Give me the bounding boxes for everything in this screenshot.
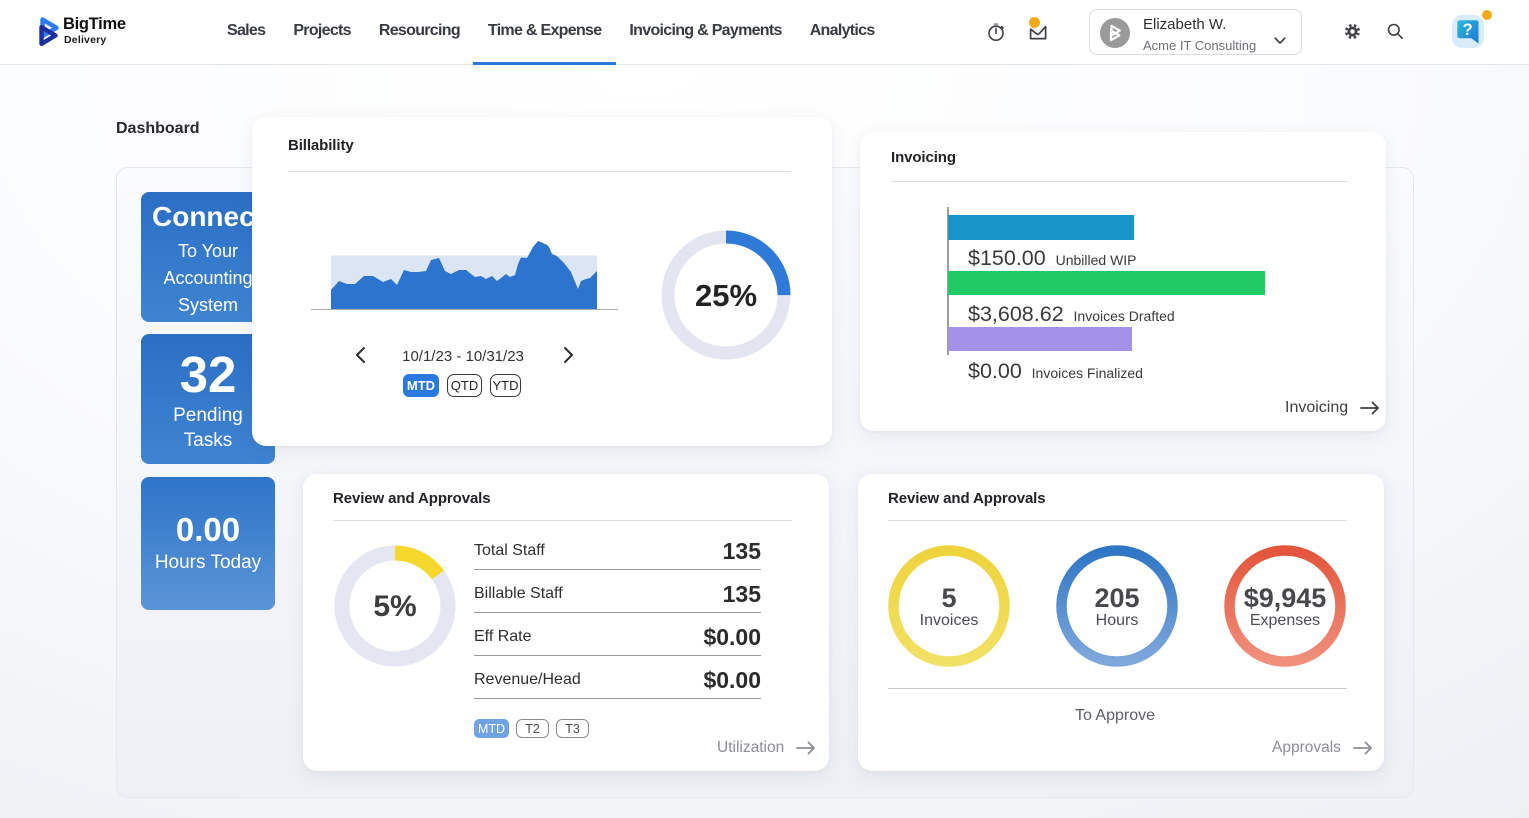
svg-text:25%: 25%: [694, 278, 756, 313]
svg-text:5%: 5%: [373, 590, 416, 623]
svg-text:?: ?: [1463, 21, 1473, 39]
